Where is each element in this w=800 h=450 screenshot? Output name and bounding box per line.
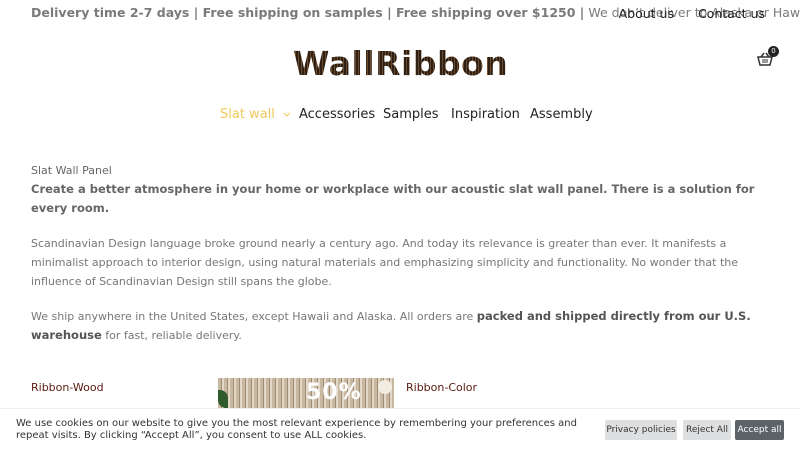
about-us-link[interactable]: About us <box>619 6 674 21</box>
decorative-circle <box>378 380 392 394</box>
nav-item-slat-wall-label: Slat wall <box>220 107 275 122</box>
top-bar: Delivery time 2-7 days | Free shipping o… <box>0 0 800 26</box>
paragraph-shipping: We ship anywhere in the United States, e… <box>31 307 771 345</box>
paragraph-shipping-end: for fast, reliable delivery. <box>101 329 242 342</box>
product-ribbon-wood-link[interactable]: Ribbon-Wood <box>31 381 104 394</box>
logo-text: WallRibbon <box>293 44 509 83</box>
chevron-down-icon <box>283 112 291 117</box>
accept-all-button[interactable]: Accept all <box>735 420 784 440</box>
shipping-notice-bold: Delivery time 2-7 days | Free shipping o… <box>31 5 585 20</box>
intro-content: Slat Wall Panel Create a better atmosphe… <box>31 161 771 345</box>
nav-item-inspiration[interactable]: Inspiration <box>451 107 520 122</box>
nav-item-accessories[interactable]: Accessories <box>299 107 375 122</box>
reject-all-button[interactable]: Reject All <box>683 420 731 440</box>
privacy-policies-button[interactable]: Privacy policies <box>605 420 677 440</box>
product-ribbon-color-link[interactable]: Ribbon-Color <box>406 381 477 394</box>
paragraph-scandinavian: Scandinavian Design language broke groun… <box>31 237 738 288</box>
lead-text: Create a better atmosphere in your home … <box>31 182 755 215</box>
nav-item-samples[interactable]: Samples <box>383 107 439 122</box>
paragraph-shipping-start: We ship anywhere in the United States, e… <box>31 310 477 323</box>
cookie-message: We use cookies on our website to give yo… <box>16 418 577 441</box>
promo-percent: 50% <box>306 380 362 405</box>
plant-leaf-icon <box>218 390 228 408</box>
nav-item-slat-wall[interactable]: Slat wall <box>220 107 291 122</box>
cookie-banner: We use cookies on our website to give yo… <box>0 408 800 450</box>
category-title: Slat Wall Panel <box>31 164 112 177</box>
promo-banner[interactable]: 50% <box>218 378 394 408</box>
nav-item-assembly[interactable]: Assembly <box>530 107 593 122</box>
contact-us-link[interactable]: Contact us <box>698 6 765 21</box>
top-links: About us Contact us <box>599 6 765 21</box>
site-logo[interactable]: WallRibbon <box>293 44 508 84</box>
cart-count-badge: 0 <box>768 46 779 57</box>
